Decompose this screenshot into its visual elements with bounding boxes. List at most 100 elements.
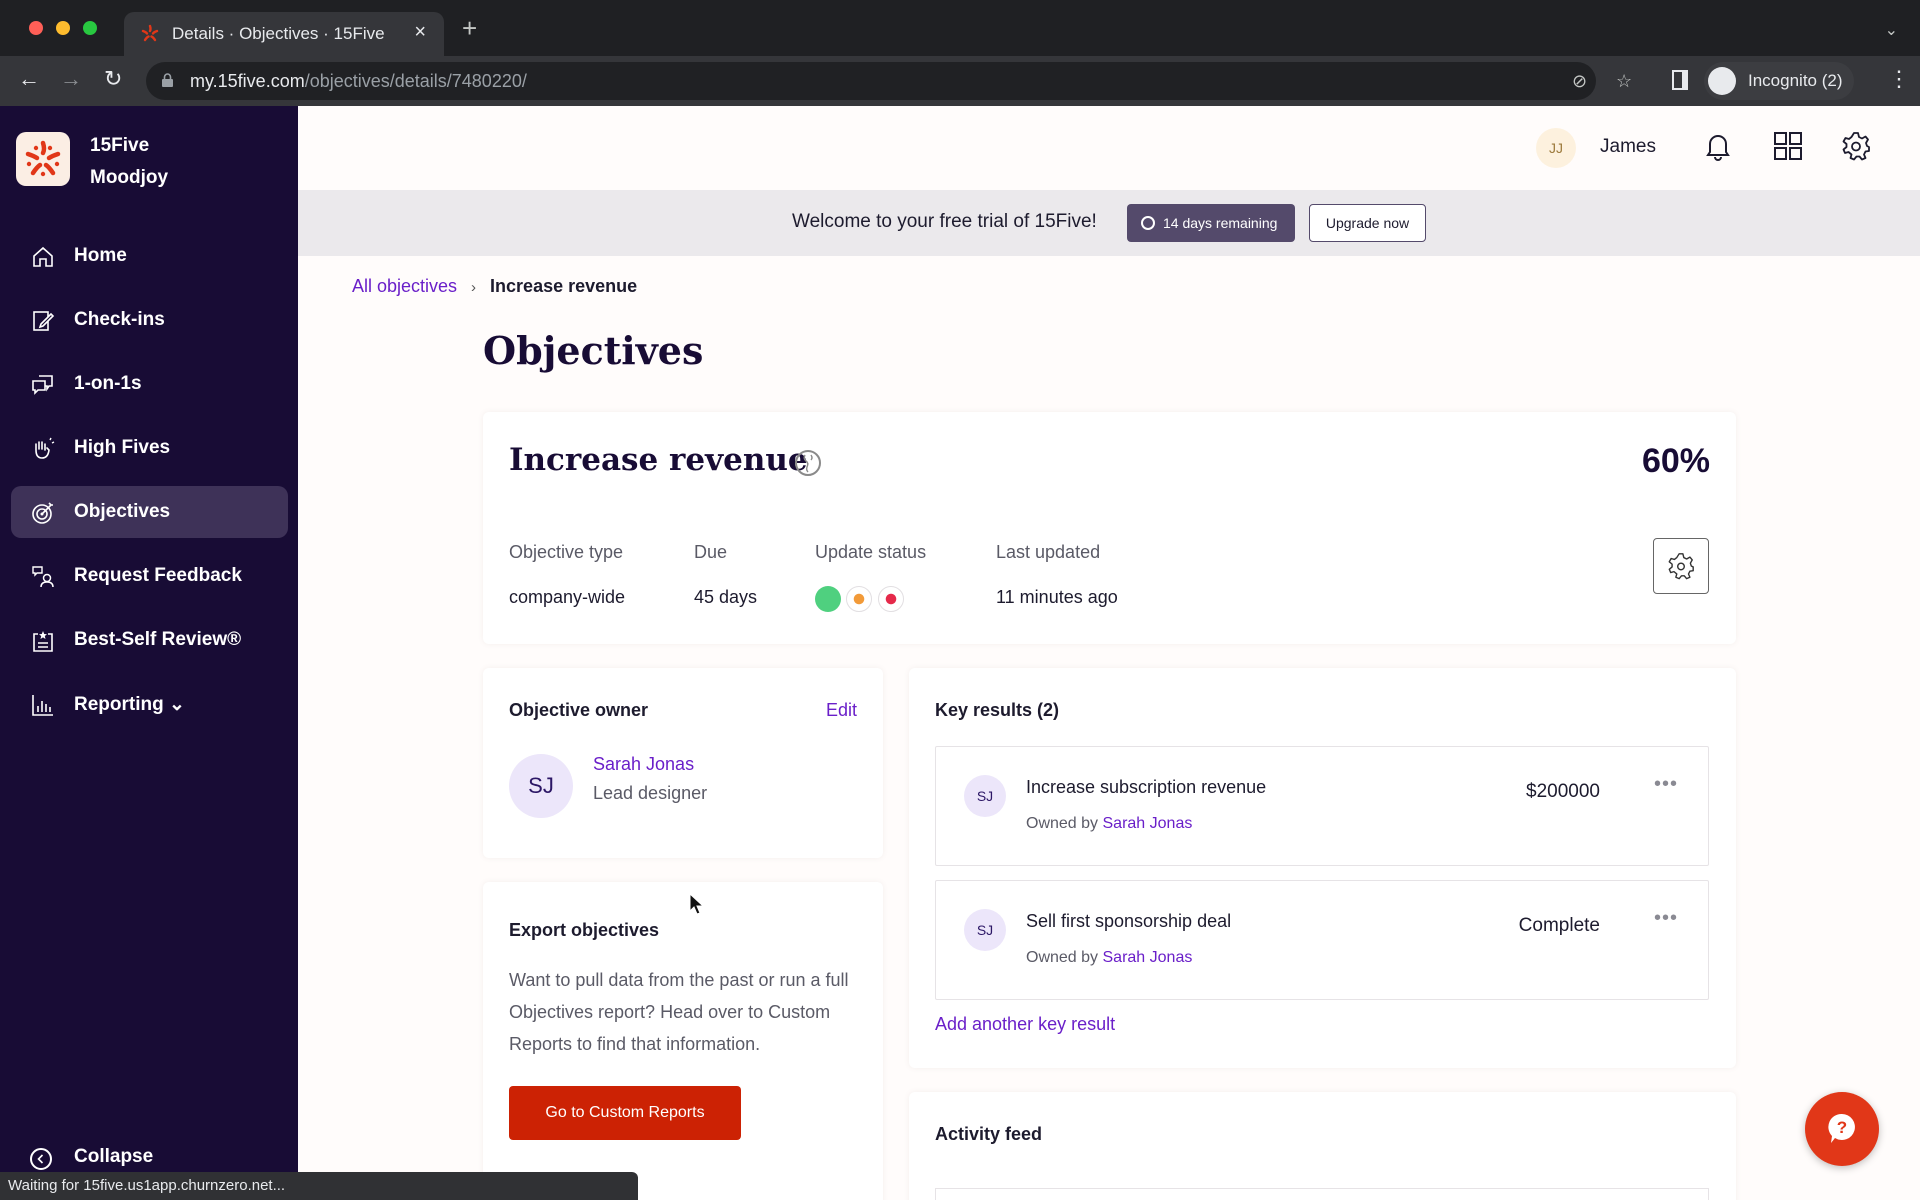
browser-status-bar: Waiting for 15five.us1app.churnzero.net.… bbox=[0, 1172, 638, 1200]
bar-chart-icon bbox=[32, 695, 53, 716]
browser-toolbar: ← → ↻ my.15five.com/objectives/details/7… bbox=[0, 56, 1920, 106]
owner-name-link[interactable]: Sarah Jonas bbox=[593, 754, 694, 775]
trial-days-text: 14 days remaining bbox=[1163, 215, 1278, 231]
key-result-owner-link[interactable]: Sarah Jonas bbox=[1103, 815, 1193, 832]
due-label: Due bbox=[694, 542, 728, 562]
brand-line-2: Moodjoy bbox=[90, 167, 169, 188]
more-options-icon[interactable]: ••• bbox=[1654, 907, 1678, 930]
15five-favicon-icon bbox=[141, 24, 159, 42]
sidebar-item-label: Home bbox=[74, 245, 127, 266]
breadcrumb-all-objectives-link[interactable]: All objectives bbox=[352, 276, 457, 296]
high-five-hand-icon bbox=[35, 437, 55, 459]
lock-icon bbox=[162, 73, 173, 87]
15five-logo-icon bbox=[25, 140, 61, 177]
export-title: Export objectives bbox=[509, 920, 660, 940]
owned-by-label: Owned by bbox=[1026, 949, 1099, 966]
reload-button[interactable]: ↻ bbox=[104, 66, 122, 92]
tracking-blocked-eye-icon[interactable]: ⊘ bbox=[1572, 71, 1587, 92]
app-viewport: 15Five Moodjoy Home Check-ins 1-on-1s Hi… bbox=[0, 106, 1920, 1200]
sidebar: 15Five Moodjoy Home Check-ins 1-on-1s Hi… bbox=[0, 106, 298, 1200]
export-description: Want to pull data from the past or run a… bbox=[509, 970, 849, 1054]
sidebar-item-best-self-review[interactable]: Best-Self Review® bbox=[11, 614, 288, 666]
address-bar[interactable]: my.15five.com/objectives/details/7480220… bbox=[146, 62, 1632, 100]
sidebar-item-label: 1-on-1s bbox=[74, 373, 142, 394]
forward-button[interactable]: → bbox=[60, 66, 82, 92]
url-text: my.15five.com/objectives/details/7480220… bbox=[190, 71, 527, 92]
owner-role: Lead designer bbox=[593, 783, 708, 803]
browser-menu-icon[interactable]: ⋮ bbox=[1888, 66, 1910, 92]
activity-feed-title: Activity feed bbox=[935, 1124, 1043, 1144]
top-bar: JJ James bbox=[298, 106, 1920, 190]
key-result-value[interactable]: Complete bbox=[1519, 915, 1600, 937]
activity-feed-input[interactable] bbox=[935, 1188, 1709, 1200]
chat-bubbles-icon bbox=[32, 375, 53, 395]
mouse-cursor-icon bbox=[689, 893, 705, 915]
key-result-title[interactable]: Increase subscription revenue bbox=[1026, 777, 1266, 798]
minimize-window-button[interactable] bbox=[56, 21, 70, 35]
user-name[interactable]: James bbox=[1600, 136, 1656, 158]
tab-search-chevron-icon[interactable]: ⌄ bbox=[1885, 20, 1898, 40]
sidebar-item-label: Reporting ⌄ bbox=[74, 694, 185, 715]
help-question-bubble-icon: ? bbox=[1828, 1113, 1855, 1143]
edit-owner-link[interactable]: Edit bbox=[826, 700, 857, 721]
sidebar-item-reporting[interactable]: Reporting ⌄ bbox=[11, 678, 288, 730]
sidebar-item-label: Check-ins bbox=[74, 309, 165, 330]
maximize-window-button[interactable] bbox=[83, 21, 97, 35]
clock-icon bbox=[1141, 216, 1155, 230]
bookmark-star-icon[interactable]: ☆ bbox=[1616, 71, 1632, 92]
new-tab-button[interactable]: + bbox=[462, 15, 477, 41]
key-result-item[interactable]: SJ Increase subscription revenue Owned b… bbox=[935, 746, 1709, 866]
objective-settings-button[interactable] bbox=[1653, 538, 1709, 594]
browser-window: Details · Objectives · 15Five × + ⌄ ← → … bbox=[0, 0, 1920, 1200]
key-result-value[interactable]: $200000 bbox=[1526, 781, 1600, 803]
owner-avatar: SJ bbox=[509, 754, 573, 818]
sidebar-item-objectives[interactable]: Objectives bbox=[11, 486, 288, 538]
key-results-card: Key results (2) SJ Increase subscription… bbox=[909, 668, 1736, 1068]
status-off-track-dot[interactable] bbox=[878, 586, 904, 612]
key-result-item[interactable]: SJ Sell first sponsorship deal Owned by … bbox=[935, 880, 1709, 1000]
browser-tab[interactable]: Details · Objectives · 15Five × bbox=[124, 12, 444, 56]
owner-section-title: Objective owner bbox=[509, 700, 649, 720]
app-grid-icon[interactable] bbox=[1772, 130, 1804, 162]
bell-icon[interactable] bbox=[1702, 130, 1734, 162]
sidebar-item-label: Best-Self Review® bbox=[74, 629, 242, 650]
more-options-icon[interactable]: ••• bbox=[1654, 773, 1678, 796]
sidebar-item-check-ins[interactable]: Check-ins bbox=[11, 294, 288, 346]
check-ins-icon bbox=[33, 311, 55, 331]
close-window-button[interactable] bbox=[29, 21, 43, 35]
chevron-left-circle-icon bbox=[30, 1148, 52, 1170]
incognito-profile-button[interactable]: Incognito (2) bbox=[1704, 62, 1854, 100]
key-result-title[interactable]: Sell first sponsorship deal bbox=[1026, 911, 1231, 932]
sidebar-item-1-on-1s[interactable]: 1-on-1s bbox=[11, 358, 288, 410]
key-result-owner: Owned by Sarah Jonas bbox=[1026, 815, 1192, 833]
upgrade-now-button[interactable]: Upgrade now bbox=[1309, 204, 1426, 242]
side-panel-icon[interactable] bbox=[1672, 70, 1688, 90]
breadcrumb-current: Increase revenue bbox=[490, 276, 638, 296]
close-tab-icon[interactable]: × bbox=[414, 21, 426, 44]
trial-message: Welcome to your free trial of 15Five! bbox=[792, 211, 1097, 232]
gear-icon bbox=[1668, 553, 1694, 580]
sidebar-item-request-feedback[interactable]: Request Feedback bbox=[11, 550, 288, 602]
go-to-custom-reports-button[interactable]: Go to Custom Reports bbox=[509, 1086, 741, 1140]
update-status-label: Update status bbox=[815, 542, 927, 562]
settings-gear-icon[interactable] bbox=[1840, 130, 1872, 162]
status-at-risk-dot[interactable] bbox=[846, 586, 872, 612]
profile-label: Incognito (2) bbox=[1748, 71, 1843, 90]
objective-type-label: Objective type bbox=[509, 542, 624, 562]
objective-summary-card: Increase revenue 60% Objective type comp… bbox=[483, 412, 1736, 644]
back-button[interactable]: ← bbox=[18, 66, 40, 92]
last-updated-value: 11 minutes ago bbox=[996, 587, 1118, 607]
sidebar-item-home[interactable]: Home bbox=[11, 230, 288, 282]
sidebar-item-high-fives[interactable]: High Fives bbox=[11, 422, 288, 474]
key-result-owner-link[interactable]: Sarah Jonas bbox=[1103, 949, 1193, 966]
status-on-track-dot[interactable] bbox=[815, 586, 841, 612]
globe-icon bbox=[795, 450, 821, 476]
review-clipboard-icon bbox=[33, 631, 53, 652]
help-chat-button[interactable]: ? bbox=[1805, 1092, 1879, 1166]
brand-logo[interactable] bbox=[16, 132, 70, 186]
add-key-result-link[interactable]: Add another key result bbox=[935, 1014, 1115, 1035]
user-avatar[interactable]: JJ bbox=[1536, 128, 1576, 168]
breadcrumb: All objectives › Increase revenue bbox=[352, 276, 637, 297]
sidebar-item-label: Objectives bbox=[74, 501, 171, 522]
incognito-icon bbox=[1708, 67, 1736, 95]
